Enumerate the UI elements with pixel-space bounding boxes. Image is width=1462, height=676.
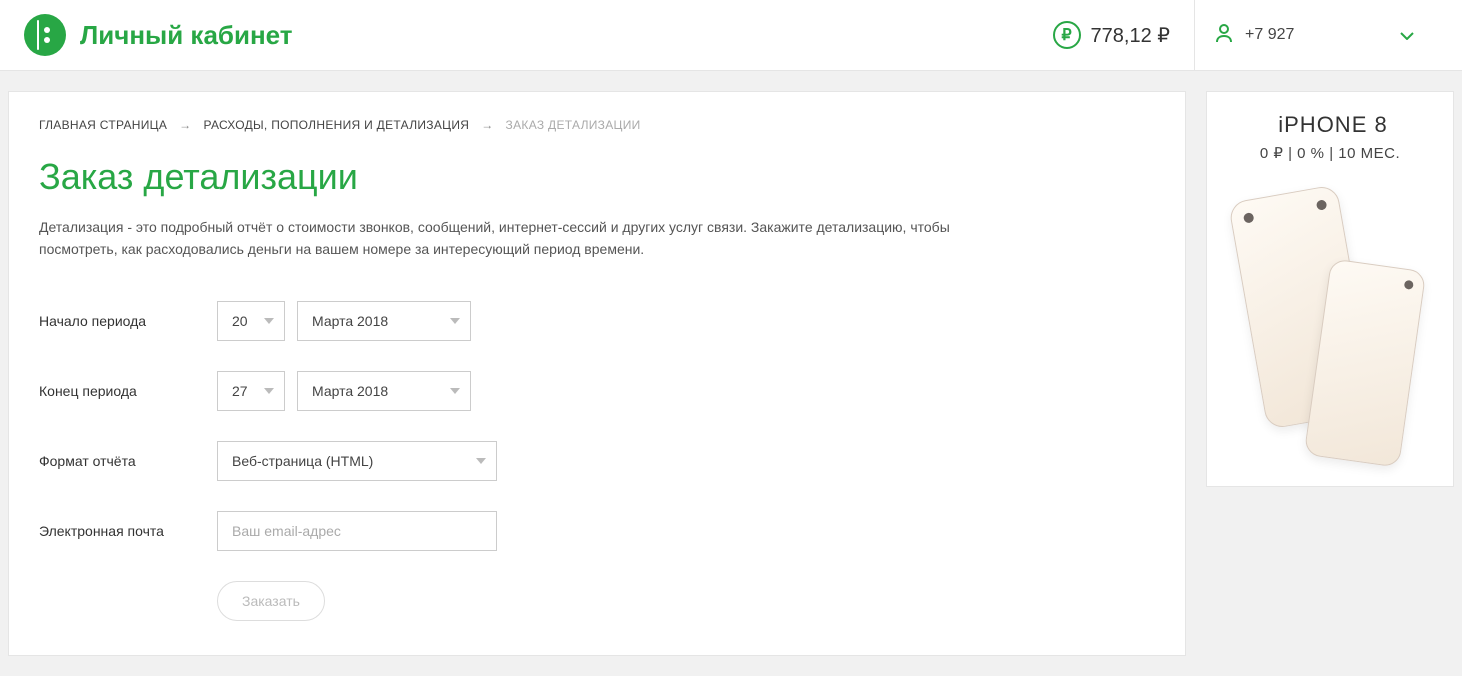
balance-block[interactable]: ₽ 778,12 ₽ [1053,21,1170,49]
sidebar: iPHONE 8 0 ₽ | 0 % | 10 МЕС. [1206,91,1454,656]
user-menu[interactable]: +7 927 [1194,0,1434,71]
site-title: Личный кабинет [80,20,293,51]
arrow-icon: → [481,118,493,132]
chevron-down-icon [450,388,460,394]
format-value: Веб-страница (HTML) [232,453,373,469]
breadcrumb: ГЛАВНАЯ СТРАНИЦА → РАСХОДЫ, ПОПОЛНЕНИЯ И… [39,118,1155,132]
end-period-label: Конец периода [39,383,217,399]
chevron-down-icon [264,388,274,394]
start-day-select[interactable]: 20 [217,301,285,341]
start-day-value: 20 [232,313,248,329]
chevron-down-icon [264,318,274,324]
breadcrumb-home[interactable]: ГЛАВНАЯ СТРАНИЦА [39,118,167,132]
arrow-icon: → [179,118,191,132]
promo-title: iPHONE 8 [1217,112,1443,138]
topbar: Личный кабинет ₽ 778,12 ₽ +7 927 [0,0,1462,71]
start-period-label: Начало периода [39,313,217,329]
format-label: Формат отчёта [39,453,217,469]
ruble-icon: ₽ [1053,21,1081,49]
user-phone: +7 927 [1245,26,1388,44]
page-title: Заказ детализации [39,156,1155,198]
promo-banner[interactable]: iPHONE 8 0 ₽ | 0 % | 10 МЕС. [1206,91,1454,487]
promo-subtitle: 0 ₽ | 0 % | 10 МЕС. [1217,144,1443,162]
balance-value: 778,12 ₽ [1091,23,1170,48]
end-day-value: 27 [232,383,248,399]
user-icon [1215,23,1233,48]
detail-form: Начало периода 20 Марта 2018 Конец перио… [39,301,1155,621]
promo-image [1217,182,1443,472]
end-day-select[interactable]: 27 [217,371,285,411]
format-select[interactable]: Веб-страница (HTML) [217,441,497,481]
breadcrumb-section[interactable]: РАСХОДЫ, ПОПОЛНЕНИЯ И ДЕТАЛИЗАЦИЯ [203,118,469,132]
promo-title-text: iPHONE 8 [1278,112,1387,138]
chevron-down-icon [476,458,486,464]
main-card: ГЛАВНАЯ СТРАНИЦА → РАСХОДЫ, ПОПОЛНЕНИЯ И… [8,91,1186,656]
email-label: Электронная почта [39,523,217,539]
end-month-value: Марта 2018 [312,383,388,399]
email-input[interactable] [217,511,497,551]
logo-icon [24,14,66,56]
chevron-down-icon [450,318,460,324]
page-description: Детализация - это подробный отчёт о стои… [39,216,1019,261]
breadcrumb-current: ЗАКАЗ ДЕТАЛИЗАЦИИ [506,118,641,132]
start-month-value: Марта 2018 [312,313,388,329]
end-month-select[interactable]: Марта 2018 [297,371,471,411]
logo-block[interactable]: Личный кабинет [24,14,293,56]
start-month-select[interactable]: Марта 2018 [297,301,471,341]
chevron-down-icon [1400,27,1414,43]
submit-button[interactable]: Заказать [217,581,325,621]
